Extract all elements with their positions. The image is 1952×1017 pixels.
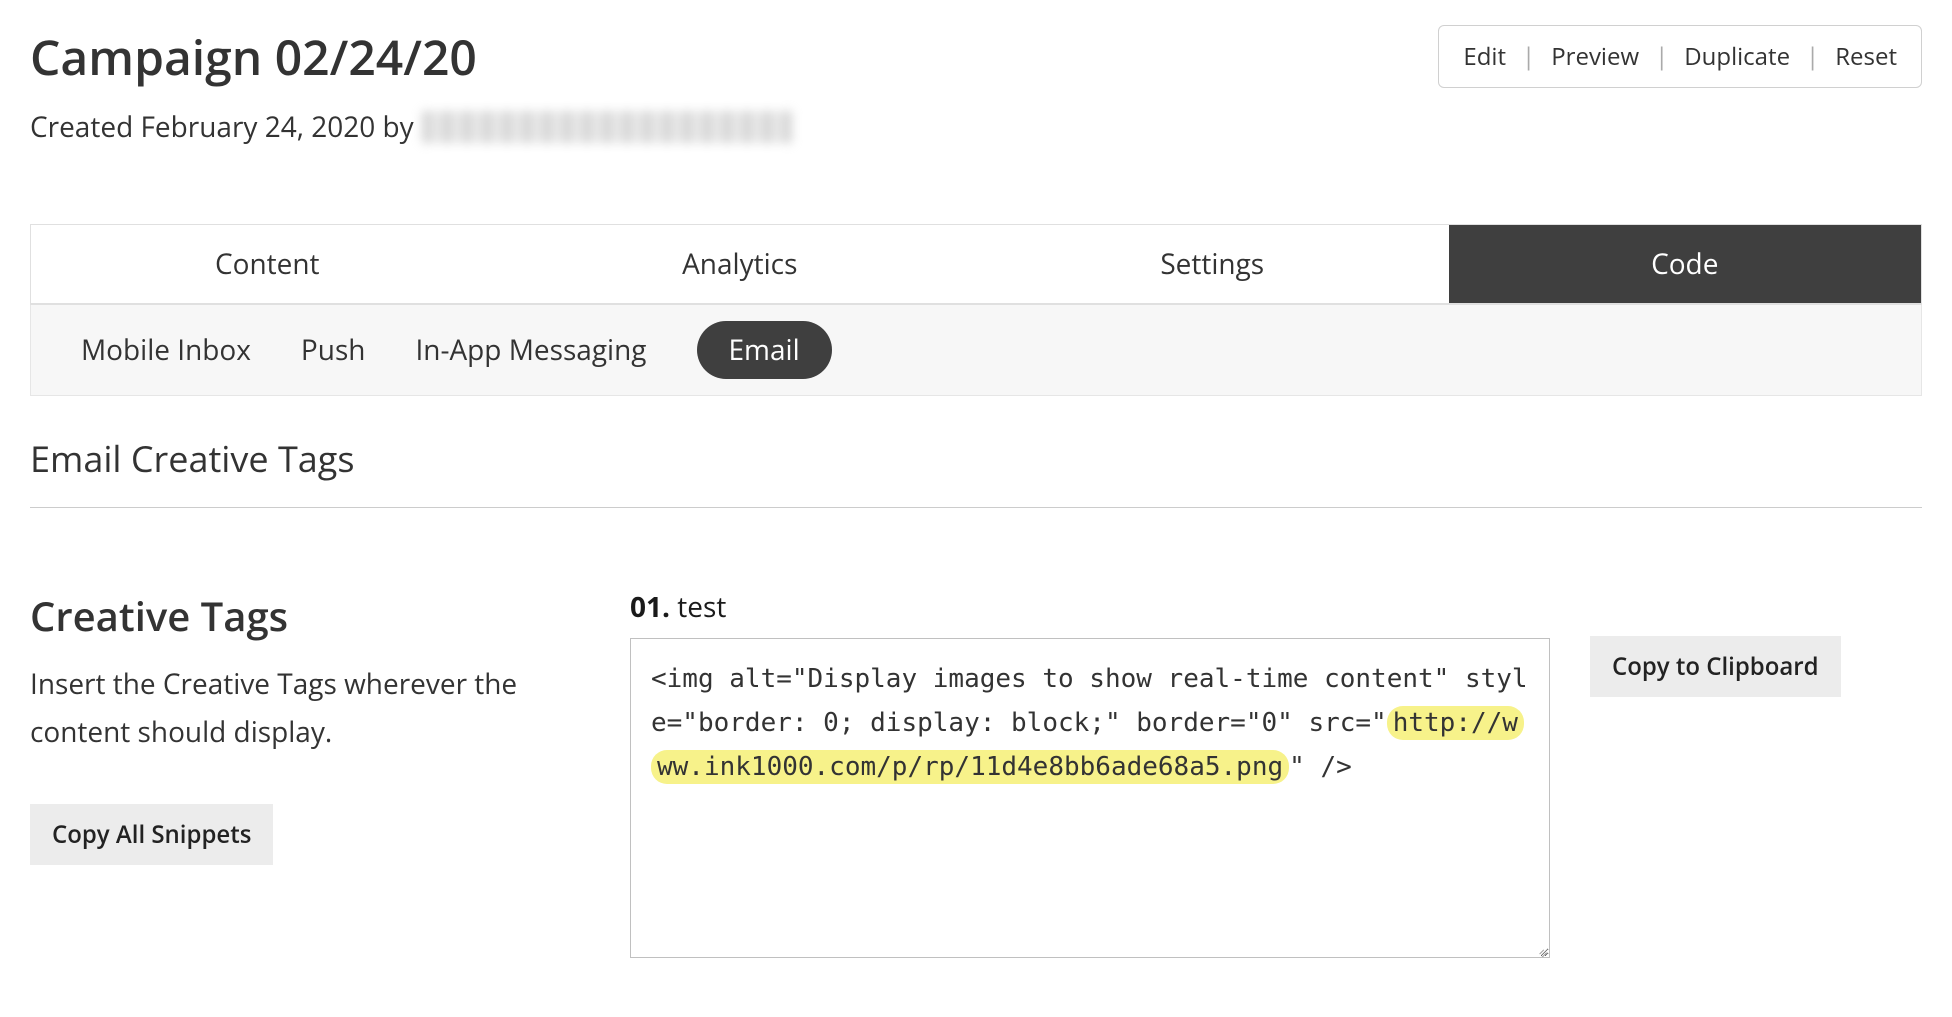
subtab-in-app-messaging[interactable]: In-App Messaging xyxy=(415,323,646,377)
edit-link[interactable]: Edit xyxy=(1463,40,1506,73)
copy-to-clipboard-button[interactable]: Copy to Clipboard xyxy=(1590,636,1841,697)
tab-settings[interactable]: Settings xyxy=(976,225,1449,303)
created-line: Created February 24, 2020 by xyxy=(30,108,792,146)
subtab-email[interactable]: Email xyxy=(697,321,832,379)
divider: | xyxy=(1522,40,1535,73)
creative-tags-heading: Creative Tags xyxy=(30,588,590,643)
reset-link[interactable]: Reset xyxy=(1835,40,1897,73)
snippet-code-box[interactable]: <img alt="Display images to show real-ti… xyxy=(630,638,1550,958)
created-prefix: Created February 24, 2020 by xyxy=(30,108,414,146)
sub-tabs: Mobile Inbox Push In-App Messaging Email xyxy=(30,305,1922,396)
creative-tags-description: Insert the Creative Tags wherever the co… xyxy=(30,661,590,756)
section-title: Email Creative Tags xyxy=(30,434,1922,508)
snippet-number: 01. xyxy=(630,588,670,626)
subtab-mobile-inbox[interactable]: Mobile Inbox xyxy=(81,323,251,377)
snippet-label: 01. test xyxy=(630,588,1550,626)
divider: | xyxy=(1806,40,1819,73)
duplicate-link[interactable]: Duplicate xyxy=(1684,40,1790,73)
tab-analytics[interactable]: Analytics xyxy=(504,225,977,303)
snippet-name: test xyxy=(677,588,726,626)
tab-code[interactable]: Code xyxy=(1449,225,1922,303)
resize-handle-icon[interactable] xyxy=(1533,941,1547,955)
copy-all-snippets-button[interactable]: Copy All Snippets xyxy=(30,804,273,865)
subtab-push[interactable]: Push xyxy=(301,323,366,377)
page-title: Campaign 02/24/20 xyxy=(30,25,792,90)
snippet-code-after: " /> xyxy=(1289,752,1352,782)
preview-link[interactable]: Preview xyxy=(1551,40,1639,73)
tab-content[interactable]: Content xyxy=(31,225,504,303)
action-bar: Edit | Preview | Duplicate | Reset xyxy=(1438,25,1922,88)
divider: | xyxy=(1655,40,1668,73)
main-tabs: Content Analytics Settings Code xyxy=(30,224,1922,305)
author-name-redacted xyxy=(422,111,792,143)
